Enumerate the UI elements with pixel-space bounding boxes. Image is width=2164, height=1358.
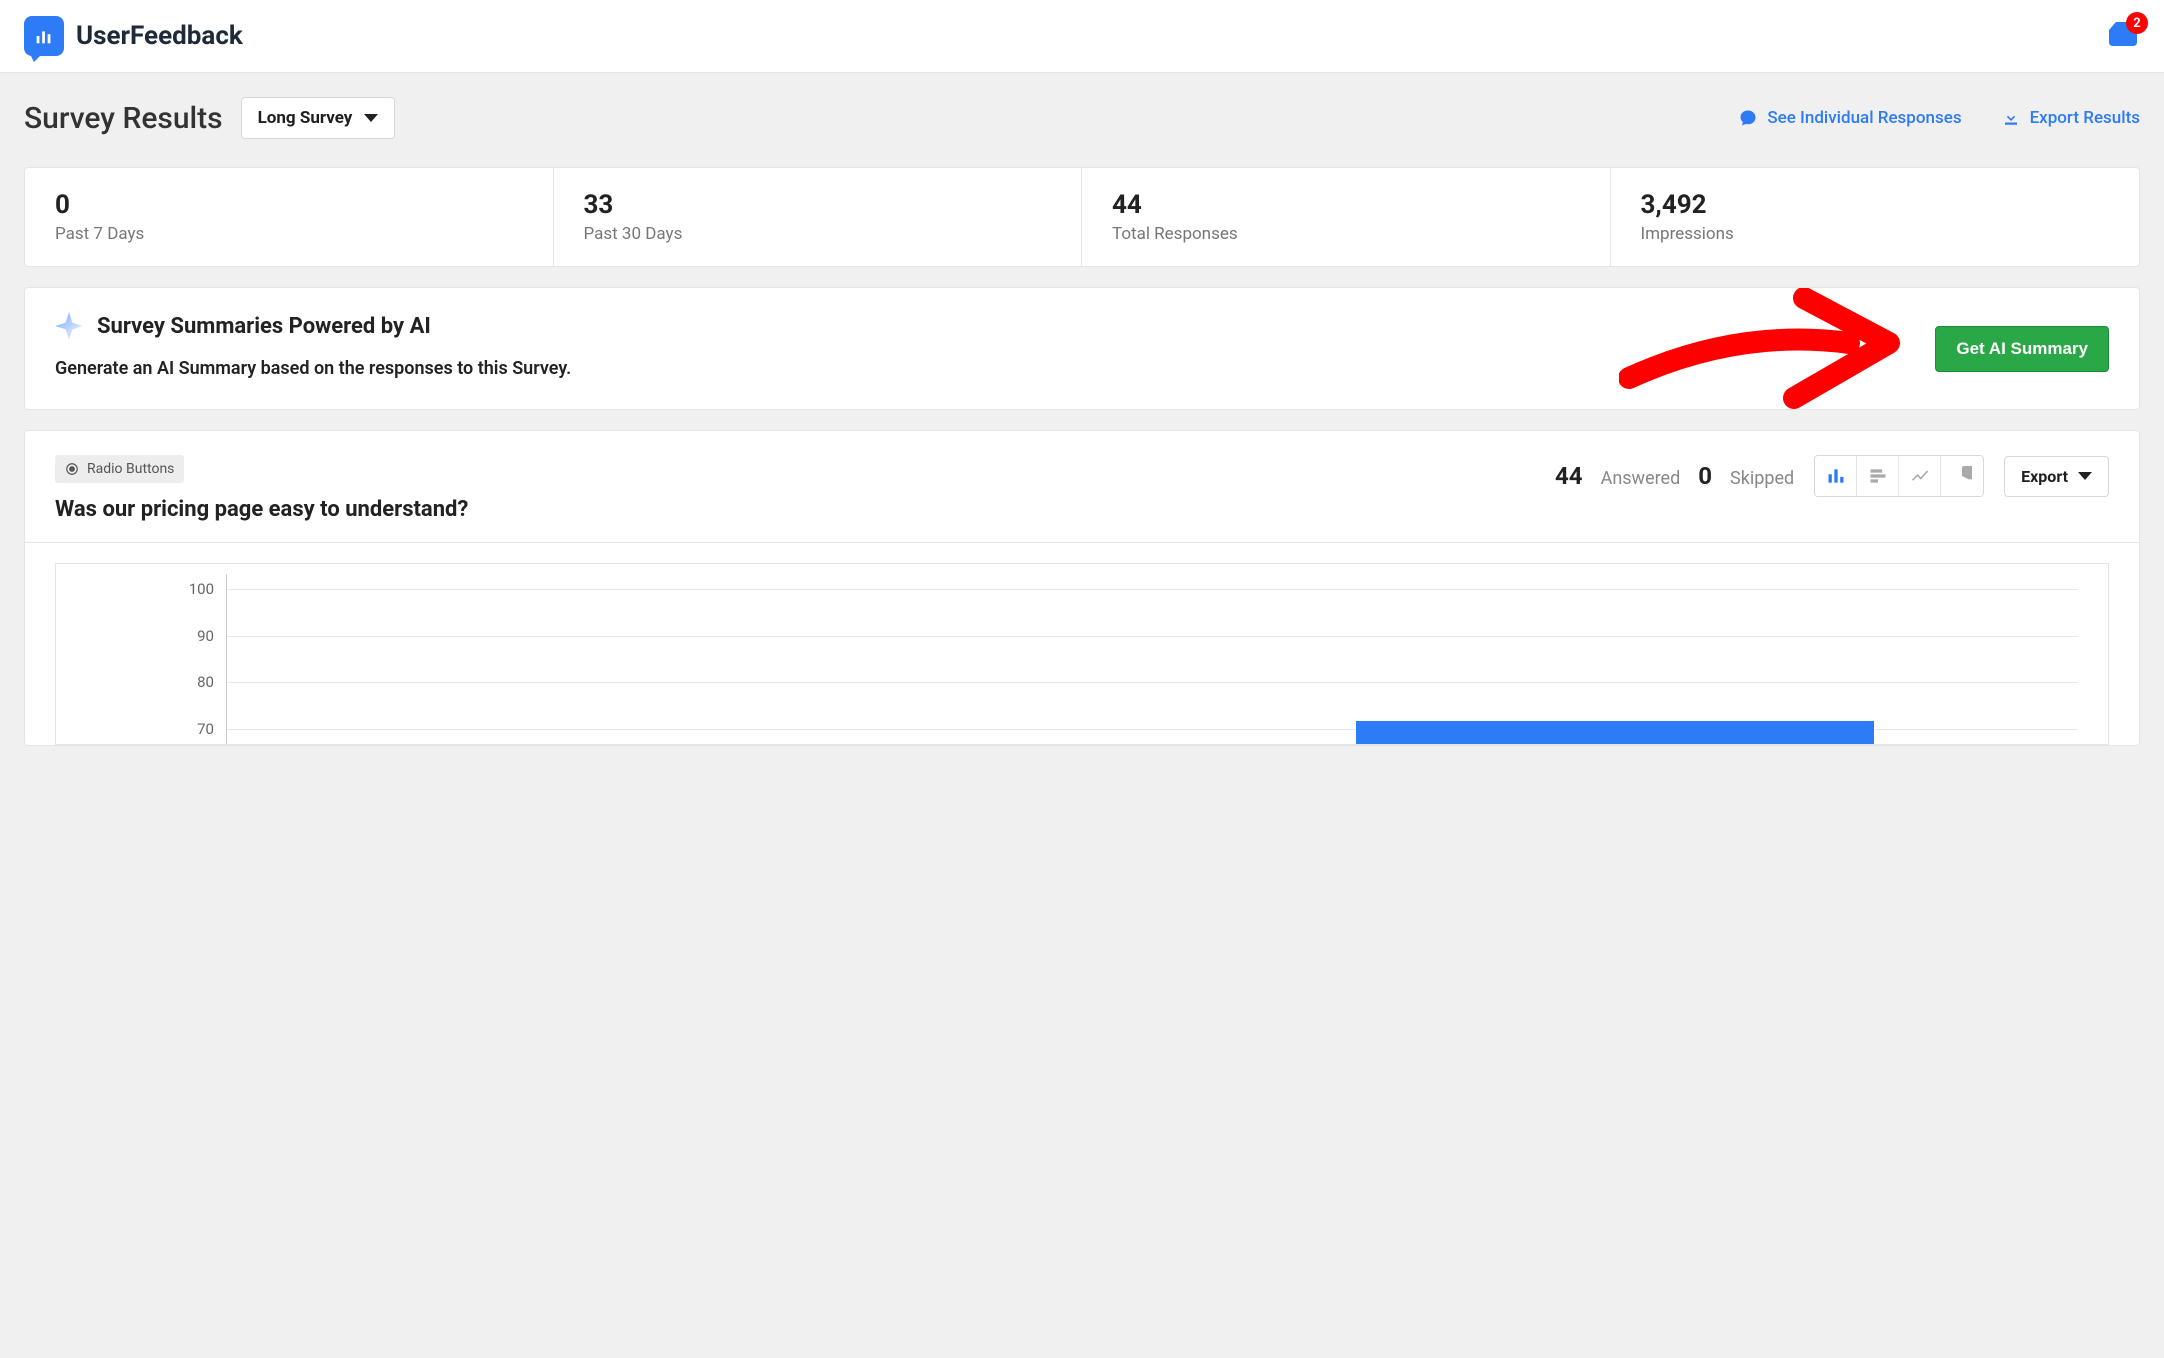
caret-down-icon [2078, 472, 2092, 480]
stat-label: Impressions [1641, 224, 2110, 244]
chart-type-line-button[interactable] [1899, 456, 1941, 496]
notification-count-badge: 2 [2126, 12, 2148, 34]
ai-panel-title: Survey Summaries Powered by AI [97, 314, 431, 339]
see-individual-responses-link[interactable]: See Individual Responses [1739, 108, 1961, 128]
question-type-pill: Radio Buttons [55, 455, 184, 483]
stat-label: Past 30 Days [584, 224, 1052, 244]
y-tick-label: 90 [197, 627, 214, 645]
chart-canvas: 70 80 90 100 [66, 574, 2098, 744]
question-title: Was our pricing page easy to understand? [55, 497, 468, 522]
stat-value: 33 [584, 190, 1052, 220]
y-tick-label: 70 [197, 720, 214, 738]
bars-container [226, 574, 2078, 744]
skipped-label: Skipped [1730, 468, 1794, 489]
stat-value: 0 [55, 190, 523, 220]
stat-label: Past 7 Days [55, 224, 523, 244]
answered-label: Answered [1601, 468, 1681, 489]
question-header-right: 44 Answered 0 Skipped [1555, 455, 2109, 497]
radio-icon [65, 462, 79, 476]
export-question-button[interactable]: Export [2004, 456, 2109, 497]
question-panel: Radio Buttons Was our pricing page easy … [24, 430, 2140, 746]
page-title: Survey Results [24, 101, 223, 136]
caret-down-icon [364, 114, 378, 122]
stat-past-30-days: 33 Past 30 Days [554, 168, 1083, 266]
answered-count: 44 [1555, 462, 1583, 490]
bar-chart-icon [1826, 466, 1846, 486]
question-header: Radio Buttons Was our pricing page easy … [55, 455, 2109, 522]
page-body: Survey Results Long Survey See Individua… [0, 73, 2164, 770]
chart-type-bar-button[interactable] [1815, 456, 1857, 496]
link-label: Export Results [2030, 108, 2140, 128]
question-header-left: Radio Buttons Was our pricing page easy … [55, 455, 468, 522]
ai-panel-description: Generate an AI Summary based on the resp… [55, 358, 2109, 379]
topbar: UserFeedback 2 [0, 0, 2164, 73]
stat-total-responses: 44 Total Responses [1082, 168, 1611, 266]
notifications-button[interactable]: 2 [2106, 20, 2140, 52]
chart-type-toggle [1814, 455, 1984, 497]
question-type-label: Radio Buttons [87, 461, 174, 477]
survey-selector-label: Long Survey [258, 108, 353, 128]
survey-selector[interactable]: Long Survey [241, 97, 396, 139]
chart-area: 70 80 90 100 [55, 563, 2109, 745]
brand-logo-icon [24, 16, 64, 56]
page-header: Survey Results Long Survey See Individua… [24, 97, 2140, 139]
y-tick-label: 80 [197, 673, 214, 691]
page-header-left: Survey Results Long Survey [24, 97, 395, 139]
pie-chart-icon [1952, 466, 1972, 486]
ai-panel-header: Survey Summaries Powered by AI [55, 312, 2109, 340]
chart-type-pie-button[interactable] [1941, 456, 1983, 496]
stat-value: 44 [1112, 190, 1580, 220]
ai-summary-panel: Survey Summaries Powered by AI Generate … [24, 287, 2140, 410]
bar-slot [226, 574, 1152, 744]
brand: UserFeedback [24, 16, 243, 56]
bar-slot [1152, 574, 2078, 744]
y-tick-label: 100 [189, 580, 214, 598]
comment-icon [1739, 109, 1757, 127]
chart-type-hbar-button[interactable] [1857, 456, 1899, 496]
stats-row: 0 Past 7 Days 33 Past 30 Days 44 Total R… [24, 167, 2140, 267]
horizontal-bar-icon [1868, 466, 1888, 486]
y-axis: 70 80 90 100 [66, 574, 226, 744]
export-label: Export [2021, 467, 2068, 486]
sparkle-icon [55, 312, 83, 340]
bar [1356, 721, 1875, 744]
stat-label: Total Responses [1112, 224, 1580, 244]
response-counts: 44 Answered 0 Skipped [1555, 462, 1794, 490]
stat-value: 3,492 [1641, 190, 2110, 220]
line-chart-icon [1910, 466, 1930, 486]
brand-name: UserFeedback [76, 21, 243, 51]
stat-past-7-days: 0 Past 7 Days [25, 168, 554, 266]
skipped-count: 0 [1698, 462, 1712, 490]
divider [25, 542, 2139, 543]
link-label: See Individual Responses [1767, 108, 1961, 128]
get-ai-summary-button[interactable]: Get AI Summary [1935, 326, 2109, 372]
download-icon [2002, 109, 2020, 127]
page-header-right: See Individual Responses Export Results [1739, 108, 2140, 128]
export-results-link[interactable]: Export Results [2002, 108, 2140, 128]
stat-impressions: 3,492 Impressions [1611, 168, 2140, 266]
